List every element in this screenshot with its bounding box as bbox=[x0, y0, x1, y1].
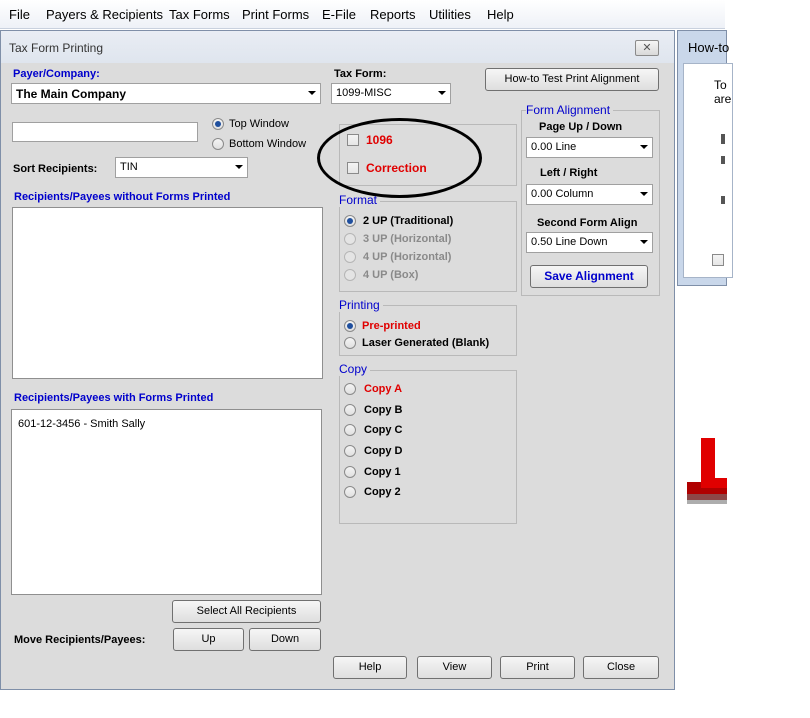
menu-file[interactable]: File bbox=[9, 7, 30, 22]
menu-help[interactable]: Help bbox=[487, 7, 514, 22]
annotation-ellipse bbox=[317, 118, 482, 198]
payer-label: Payer/Company: bbox=[13, 68, 100, 80]
copy-option-label: Copy D bbox=[364, 445, 403, 457]
background-window-content: To are bbox=[683, 63, 733, 278]
bottom-window-radio[interactable] bbox=[212, 138, 224, 150]
copy-b-radio[interactable] bbox=[344, 404, 356, 416]
background-text-fragment bbox=[721, 134, 725, 144]
background-window-title: How-to bbox=[688, 40, 730, 55]
chevron-down-icon bbox=[438, 91, 446, 95]
with-forms-label: Recipients/Payees with Forms Printed bbox=[14, 392, 214, 404]
without-forms-label: Recipients/Payees without Forms Printed bbox=[14, 191, 231, 203]
view-button[interactable]: View bbox=[417, 656, 492, 679]
recipient-search-input[interactable] bbox=[12, 122, 198, 142]
background-text-line: are bbox=[714, 92, 732, 106]
howto-test-print-alignment-button[interactable]: How-to Test Print Alignment bbox=[485, 68, 659, 91]
close-icon[interactable]: ✕ bbox=[635, 40, 659, 56]
copy-d-radio[interactable] bbox=[344, 445, 356, 457]
without-forms-list[interactable] bbox=[12, 207, 323, 379]
menu-efile[interactable]: E-File bbox=[322, 7, 356, 22]
form-alignment-title: Form Alignment bbox=[526, 103, 614, 117]
sort-recipients-label: Sort Recipients: bbox=[13, 163, 98, 175]
chevron-down-icon bbox=[640, 192, 648, 196]
second-form-align-select[interactable]: 0.50 Line Down bbox=[526, 232, 653, 253]
format-option-label: 4 UP (Box) bbox=[363, 269, 419, 281]
format-3up-radio[interactable] bbox=[344, 233, 356, 245]
background-text-fragment bbox=[721, 156, 725, 164]
menu-reports[interactable]: Reports bbox=[370, 7, 416, 22]
format-4up-horizontal-radio[interactable] bbox=[344, 251, 356, 263]
format-option-label: 3 UP (Horizontal) bbox=[363, 233, 452, 245]
copy-option-label: Copy B bbox=[364, 404, 403, 416]
page-up-down-select[interactable]: 0.00 Line bbox=[526, 137, 653, 158]
logo-fragment-icon bbox=[687, 438, 727, 504]
second-form-align-label: Second Form Align bbox=[537, 217, 638, 229]
top-window-radio[interactable] bbox=[212, 118, 224, 130]
menu-bar: File Payers & Recipients Tax Forms Print… bbox=[0, 0, 725, 29]
select-all-recipients-button[interactable]: Select All Recipients bbox=[172, 600, 321, 623]
format-4up-box-radio[interactable] bbox=[344, 269, 356, 281]
left-right-value: 0.00 Column bbox=[531, 188, 594, 200]
menu-tax-forms[interactable]: Tax Forms bbox=[169, 7, 230, 22]
left-right-label: Left / Right bbox=[540, 167, 598, 179]
menu-print-forms[interactable]: Print Forms bbox=[242, 7, 309, 22]
sort-recipients-select[interactable]: TIN bbox=[115, 157, 248, 178]
move-recipients-label: Move Recipients/Payees: bbox=[14, 634, 146, 646]
printing-title: Printing bbox=[339, 298, 383, 312]
background-text-fragment bbox=[721, 196, 725, 204]
copy-option-label: Copy A bbox=[364, 383, 403, 395]
laser-generated-label: Laser Generated (Blank) bbox=[362, 337, 490, 349]
chevron-down-icon bbox=[640, 240, 648, 244]
sort-value: TIN bbox=[120, 161, 138, 173]
move-down-button[interactable]: Down bbox=[249, 628, 321, 651]
format-option-label: 4 UP (Horizontal) bbox=[363, 251, 452, 263]
laser-generated-radio[interactable] bbox=[344, 337, 356, 349]
second-form-align-value: 0.50 Line Down bbox=[531, 236, 608, 248]
copy-option-label: Copy C bbox=[364, 424, 403, 436]
move-up-button[interactable]: Up bbox=[173, 628, 244, 651]
copy-c-radio[interactable] bbox=[344, 424, 356, 436]
top-window-label: Top Window bbox=[229, 118, 289, 130]
menu-payers-recipients[interactable]: Payers & Recipients bbox=[46, 7, 163, 22]
page-up-down-label: Page Up / Down bbox=[539, 121, 623, 133]
dialog-title: Tax Form Printing bbox=[9, 41, 104, 55]
payer-select[interactable]: The Main Company bbox=[11, 83, 321, 104]
close-button[interactable]: Close bbox=[583, 656, 659, 679]
background-window[interactable]: How-to To are bbox=[677, 30, 733, 286]
copy-option-label: Copy 2 bbox=[364, 486, 401, 498]
menu-utilities[interactable]: Utilities bbox=[429, 7, 471, 22]
list-item[interactable]: 601-12-3456 - Smith Sally bbox=[18, 418, 145, 430]
tax-form-select[interactable]: 1099-MISC bbox=[331, 83, 451, 104]
copy-title: Copy bbox=[339, 362, 371, 376]
chevron-down-icon bbox=[640, 145, 648, 149]
background-checkbox[interactable] bbox=[712, 254, 724, 266]
chevron-down-icon bbox=[308, 91, 316, 95]
left-right-select[interactable]: 0.00 Column bbox=[526, 184, 653, 205]
bottom-window-label: Bottom Window bbox=[229, 138, 307, 150]
format-option-label: 2 UP (Traditional) bbox=[363, 215, 454, 227]
help-button[interactable]: Help bbox=[333, 656, 407, 679]
dialog-titlebar: Tax Form Printing ✕ bbox=[1, 31, 674, 63]
page-up-down-value: 0.00 Line bbox=[531, 141, 577, 153]
preprinted-radio[interactable] bbox=[344, 320, 356, 332]
background-text-line: To bbox=[714, 78, 727, 92]
copy-a-radio[interactable] bbox=[344, 383, 356, 395]
chevron-down-icon bbox=[235, 165, 243, 169]
save-alignment-button[interactable]: Save Alignment bbox=[530, 265, 648, 288]
tax-form-label: Tax Form: bbox=[334, 68, 387, 80]
copy-1-radio[interactable] bbox=[344, 466, 356, 478]
copy-option-label: Copy 1 bbox=[364, 466, 401, 478]
print-button[interactable]: Print bbox=[500, 656, 575, 679]
preprinted-label: Pre-printed bbox=[362, 320, 421, 332]
copy-2-radio[interactable] bbox=[344, 486, 356, 498]
tax-form-value: 1099-MISC bbox=[336, 87, 392, 99]
format-2up-radio[interactable] bbox=[344, 215, 356, 227]
with-forms-list[interactable]: 601-12-3456 - Smith Sally bbox=[11, 409, 322, 595]
payer-value: The Main Company bbox=[16, 87, 127, 101]
